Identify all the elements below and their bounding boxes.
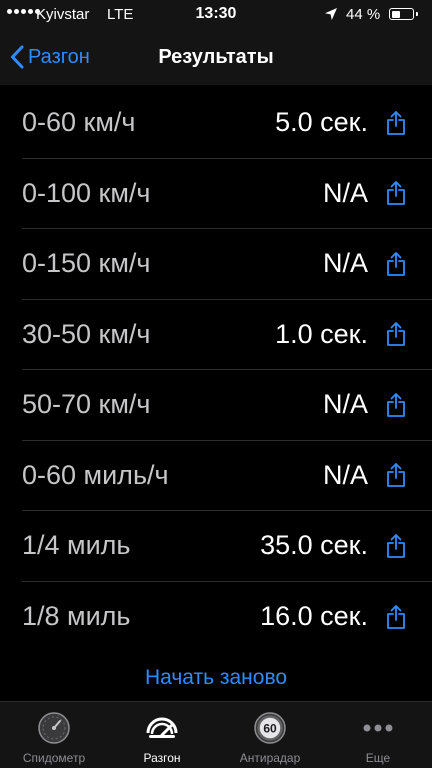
page-title: Результаты <box>158 46 274 68</box>
tab-label: Разгон <box>143 751 181 765</box>
tab-label: Антирадар <box>239 751 301 765</box>
share-icon[interactable] <box>386 180 406 206</box>
result-value: 1.0 сек. <box>275 318 368 349</box>
result-label: 0-60 км/ч <box>22 107 136 138</box>
result-row: 30-50 км/ч 1.0 сек. <box>22 300 432 370</box>
tab-label: Спидометр <box>22 751 86 765</box>
tab-speedometer[interactable]: Спидометр <box>0 702 108 768</box>
results-list: 0-60 км/ч 5.0 сек. 0-100 км/ч N/A 0-150 … <box>0 88 432 652</box>
acceleration-icon <box>146 717 178 738</box>
result-value: N/A <box>322 459 368 490</box>
result-row: 0-150 км/ч N/A <box>22 229 432 300</box>
result-label: 1/4 миль <box>22 530 131 561</box>
navigation-bar: Разгон Результаты <box>0 30 432 85</box>
location-arrow-icon <box>325 8 337 20</box>
share-icon[interactable] <box>386 321 406 347</box>
share-icon[interactable] <box>386 533 406 559</box>
result-row: 1/8 миль 16.0 сек. <box>22 582 432 653</box>
speed-limit-60-icon: 60 <box>254 712 286 744</box>
result-row: 0-100 км/ч N/A <box>22 159 432 229</box>
result-value: N/A <box>322 389 368 420</box>
status-bar: Kyivstar LTE 13:30 44 % <box>0 0 432 30</box>
tab-acceleration[interactable]: Разгон <box>108 702 216 768</box>
result-label: 0-150 км/ч <box>22 248 151 279</box>
battery-percentage: 44 % <box>346 6 381 23</box>
speedometer-icon <box>38 712 70 744</box>
result-label: 1/8 миль <box>22 601 131 632</box>
tab-more[interactable]: Еще <box>324 702 432 768</box>
result-row: 0-60 миль/ч N/A <box>22 441 432 511</box>
result-row: 50-70 км/ч N/A <box>22 370 432 441</box>
battery-icon <box>389 8 418 20</box>
result-value: N/A <box>322 248 368 279</box>
tab-radar-detector[interactable]: 60 Антирадар <box>216 702 324 768</box>
restart-button[interactable]: Начать заново <box>0 666 432 690</box>
result-label: 0-100 км/ч <box>22 177 151 208</box>
result-label: 30-50 км/ч <box>22 318 151 349</box>
share-icon[interactable] <box>386 462 406 488</box>
result-value: 16.0 сек. <box>260 601 368 632</box>
more-icon <box>363 724 393 732</box>
result-value: 35.0 сек. <box>260 530 368 561</box>
result-row: 1/4 миль 35.0 сек. <box>22 511 432 582</box>
result-label: 50-70 км/ч <box>22 389 151 420</box>
share-icon[interactable] <box>386 604 406 630</box>
speed-limit-badge: 60 <box>263 722 277 736</box>
tab-label: Еще <box>365 751 391 765</box>
result-value: 5.0 сек. <box>275 107 368 138</box>
result-row: 0-60 км/ч 5.0 сек. <box>22 88 432 159</box>
share-icon[interactable] <box>386 251 406 277</box>
share-icon[interactable] <box>386 110 406 136</box>
tab-bar: Спидометр Разгон 60 Антирадар Еще <box>0 701 432 768</box>
result-value: N/A <box>322 177 368 208</box>
screen: Kyivstar LTE 13:30 44 % Разгон Результат… <box>0 0 432 768</box>
result-label: 0-60 миль/ч <box>22 459 169 490</box>
share-icon[interactable] <box>386 392 406 418</box>
